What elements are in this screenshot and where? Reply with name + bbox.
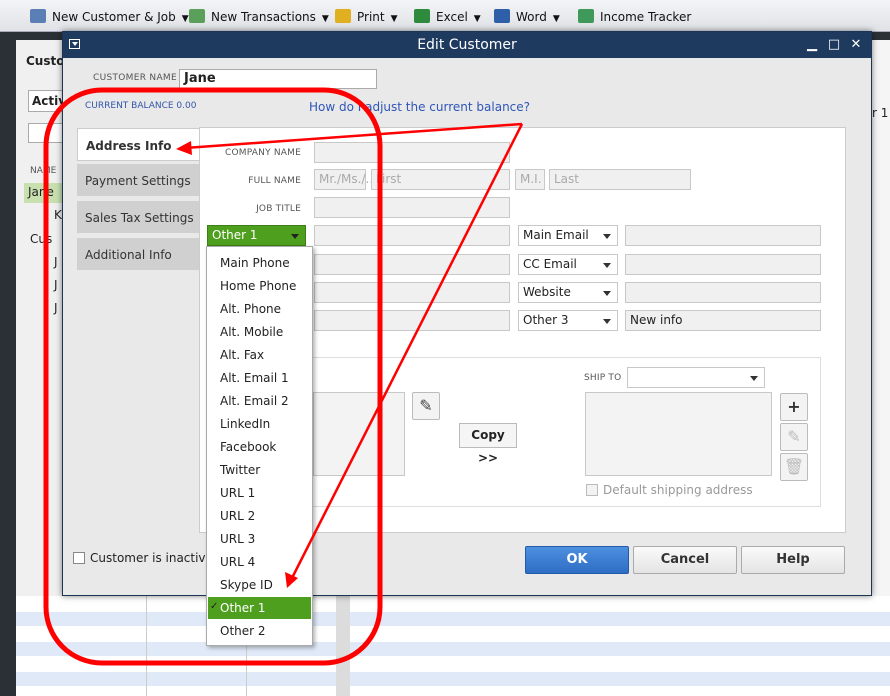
- cc-email-input[interactable]: [625, 254, 821, 275]
- name-title-input[interactable]: Mr./Ms./...: [314, 169, 377, 190]
- job-title-input[interactable]: [314, 197, 510, 218]
- add-ship-to-button[interactable]: +: [780, 393, 808, 421]
- bill-to-address-box[interactable]: [313, 392, 405, 476]
- dropdown-option[interactable]: Alt. Mobile: [208, 321, 311, 343]
- delete-ship-to-button[interactable]: 🗑: [780, 453, 808, 481]
- email-type-select[interactable]: Main Email: [518, 225, 618, 246]
- income-tracker-button[interactable]: Income Tracker: [578, 9, 691, 24]
- income-tracker-icon: [578, 9, 594, 23]
- middle-initial-input[interactable]: M.I.: [515, 169, 545, 190]
- other3-input[interactable]: New info: [625, 310, 821, 331]
- phone-type-dropdown-list: Main Phone Home Phone Alt. Phone Alt. Mo…: [206, 246, 313, 646]
- contact-value-input-2[interactable]: [314, 254, 510, 275]
- customer-name-label: CUSTOMER NAME: [93, 73, 177, 83]
- dropdown-option[interactable]: URL 4: [208, 551, 311, 573]
- job-title-label: JOB TITLE: [256, 204, 301, 214]
- list-item[interactable]: J: [54, 255, 58, 269]
- minimize-icon[interactable]: ▁: [804, 37, 820, 53]
- phone-type-select[interactable]: Other 1: [207, 225, 306, 246]
- dialog-titlebar: Edit Customer ▁ □ ✕: [63, 32, 871, 58]
- dropdown-option[interactable]: Twitter: [208, 459, 311, 481]
- cc-email-type-select[interactable]: CC Email: [518, 254, 618, 275]
- tab-address-info[interactable]: Address Info: [77, 128, 205, 161]
- full-name-label: FULL NAME: [248, 176, 301, 186]
- ship-to-select[interactable]: [627, 367, 765, 388]
- default-shipping-checkbox[interactable]: [586, 484, 598, 496]
- ok-button[interactable]: OK: [525, 546, 629, 574]
- pencil-icon: ✎: [787, 427, 801, 446]
- customer-name-input[interactable]: Jane: [179, 69, 377, 89]
- default-shipping-label: Default shipping address: [603, 483, 753, 497]
- checkmark-icon: ✓: [210, 601, 219, 612]
- word-icon: [494, 9, 510, 23]
- ship-to-address-box[interactable]: [585, 392, 772, 476]
- customer-inactive-checkbox[interactable]: [73, 552, 85, 564]
- partial-label: r 1: [872, 106, 889, 120]
- dropdown-option[interactable]: URL 3: [208, 528, 311, 550]
- dropdown-option[interactable]: Other 2: [208, 620, 311, 642]
- trash-icon: 🗑: [783, 457, 805, 476]
- list-item[interactable]: Cus: [30, 232, 52, 246]
- transactions-icon: [189, 9, 205, 23]
- adjust-balance-help-link[interactable]: How do I adjust the current balance?: [309, 100, 530, 114]
- dropdown-option[interactable]: Alt. Fax: [208, 344, 311, 366]
- print-button[interactable]: Print ▼: [335, 9, 398, 24]
- dropdown-option[interactable]: Facebook: [208, 436, 311, 458]
- excel-button[interactable]: Excel ▼: [414, 9, 481, 24]
- transactions-grid: [16, 596, 890, 696]
- dropdown-option[interactable]: Alt. Email 2: [208, 390, 311, 412]
- new-transactions-button[interactable]: New Transactions ▼: [189, 9, 329, 24]
- dropdown-option[interactable]: Alt. Email 1: [208, 367, 311, 389]
- copy-address-button[interactable]: Copy >>: [459, 423, 517, 465]
- website-type-select[interactable]: Website: [518, 282, 618, 303]
- excel-icon: [414, 9, 430, 23]
- dropdown-option[interactable]: Home Phone: [208, 275, 311, 297]
- customers-tab[interactable]: Custo: [26, 54, 64, 68]
- first-name-input[interactable]: First: [371, 169, 510, 190]
- customer-inactive-label: Customer is inactive: [90, 551, 213, 565]
- list-item[interactable]: J: [54, 278, 58, 292]
- dropdown-option[interactable]: URL 1: [208, 482, 311, 504]
- name-column-header: NAME: [30, 166, 57, 176]
- contact-value-input-1[interactable]: [314, 225, 510, 246]
- help-button[interactable]: Help: [741, 546, 845, 574]
- tab-payment-settings[interactable]: Payment Settings: [77, 164, 199, 197]
- word-button[interactable]: Word ▼: [494, 9, 560, 24]
- new-customer-job-button[interactable]: New Customer & Job ▼: [30, 9, 189, 24]
- pencil-icon: ✎: [419, 396, 433, 415]
- current-balance-label: CURRENT BALANCE 0.00: [85, 101, 197, 111]
- main-toolbar: New Customer & Job ▼ New Transactions ▼ Pr…: [0, 0, 890, 32]
- dropdown-option[interactable]: Skype ID: [208, 574, 311, 596]
- edit-bill-to-button[interactable]: ✎: [412, 392, 440, 420]
- company-name-label: COMPANY NAME: [225, 148, 301, 158]
- other3-type-select[interactable]: Other 3: [518, 310, 618, 331]
- edit-customer-dialog: Edit Customer ▁ □ ✕ CUSTOMER NAME Jane C…: [62, 31, 872, 596]
- dropdown-option[interactable]: URL 2: [208, 505, 311, 527]
- main-email-input[interactable]: [625, 225, 821, 246]
- customer-icon: [30, 9, 46, 23]
- contact-value-input-3[interactable]: [314, 282, 510, 303]
- edit-ship-to-button[interactable]: ✎: [780, 423, 808, 451]
- last-name-input[interactable]: Last: [549, 169, 691, 190]
- ship-to-label: SHIP TO: [584, 373, 622, 383]
- dropdown-option[interactable]: Alt. Phone: [208, 298, 311, 320]
- dropdown-option[interactable]: Main Phone: [208, 252, 311, 274]
- dropdown-option[interactable]: LinkedIn: [208, 413, 311, 435]
- list-item[interactable]: J: [54, 301, 58, 315]
- contact-value-input-4[interactable]: [314, 310, 510, 331]
- dialog-title: Edit Customer: [417, 37, 517, 53]
- list-item[interactable]: K: [54, 208, 62, 222]
- maximize-icon[interactable]: □: [826, 37, 842, 53]
- close-icon[interactable]: ✕: [848, 37, 864, 53]
- tab-additional-info[interactable]: Additional Info: [77, 238, 199, 271]
- website-input[interactable]: [625, 282, 821, 303]
- printer-icon: [335, 9, 351, 23]
- cancel-button[interactable]: Cancel: [633, 546, 737, 574]
- tab-sales-tax-settings[interactable]: Sales Tax Settings: [77, 201, 199, 234]
- company-name-input[interactable]: [314, 142, 510, 163]
- dropdown-option-selected[interactable]: ✓ Other 1: [208, 597, 311, 619]
- plus-icon: +: [787, 397, 801, 416]
